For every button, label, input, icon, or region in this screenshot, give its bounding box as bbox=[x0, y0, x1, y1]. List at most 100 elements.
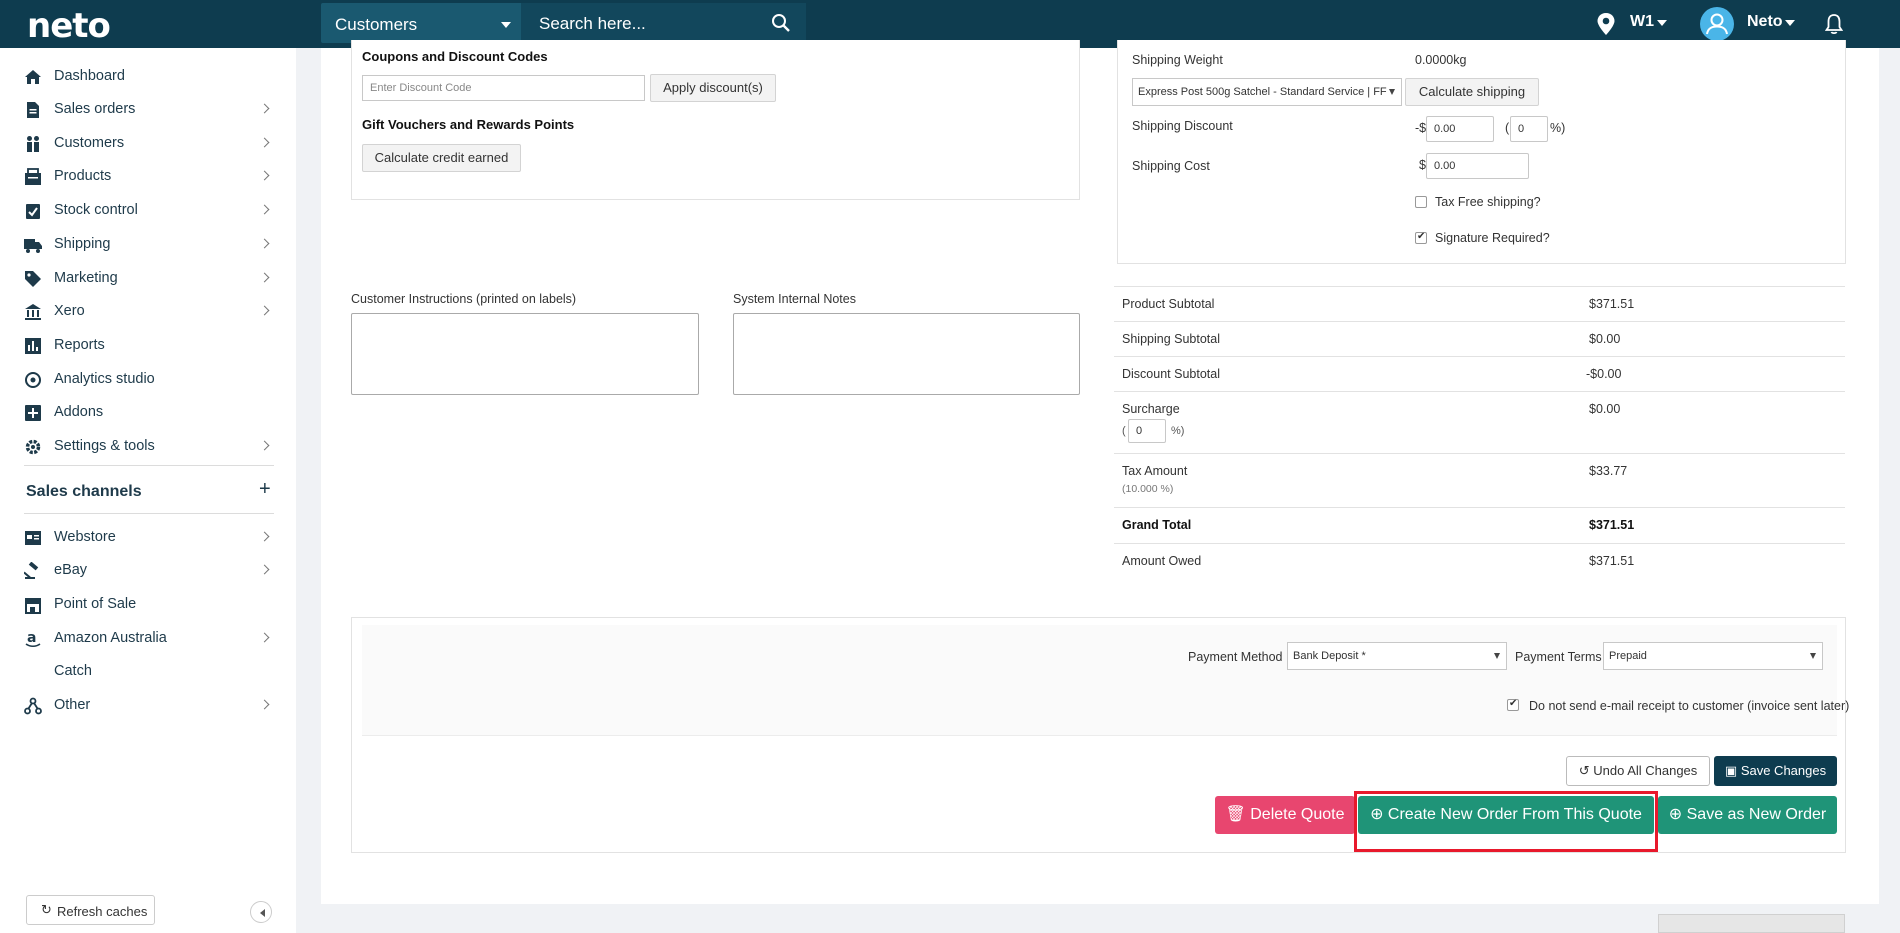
gavel-icon bbox=[24, 562, 39, 579]
analytics-icon bbox=[25, 372, 41, 388]
chevron-down-icon bbox=[1494, 653, 1500, 659]
sidebar-item-catch[interactable]: Catch bbox=[0, 656, 296, 686]
sidebar-item-label: Stock control bbox=[54, 202, 138, 218]
tax-free-shipping-checkbox[interactable] bbox=[1415, 196, 1427, 208]
chevron-down-icon bbox=[1810, 653, 1816, 659]
search-icon[interactable] bbox=[771, 13, 791, 33]
sidebar-item-webstore[interactable]: Webstore bbox=[0, 522, 296, 552]
search-input[interactable]: Search here... bbox=[539, 14, 646, 34]
save-icon: ▣ bbox=[1724, 763, 1741, 778]
sidebar-item-other[interactable]: Other bbox=[0, 690, 296, 720]
chevron-right-icon bbox=[259, 272, 270, 283]
sidebar-item-xero[interactable]: Xero bbox=[0, 296, 296, 326]
sidebar-item-reports[interactable]: Reports bbox=[0, 330, 296, 360]
payment-terms-select[interactable]: Prepaid bbox=[1603, 642, 1823, 670]
chevron-right-icon bbox=[259, 531, 270, 542]
customer-instructions-label: Customer Instructions (printed on labels… bbox=[351, 292, 577, 306]
delete-quote-button[interactable]: 🗑 Delete Quote bbox=[1215, 796, 1355, 834]
neto-logo[interactable]: neto bbox=[27, 6, 111, 46]
sidebar-item-stock-control[interactable]: Stock control bbox=[0, 195, 296, 225]
sidebar-item-label: Amazon Australia bbox=[54, 630, 167, 646]
shipping-discount-input[interactable]: 0.00 bbox=[1426, 116, 1494, 142]
gift-vouchers-title: Gift Vouchers and Rewards Points bbox=[362, 117, 575, 132]
payment-method-select[interactable]: Bank Deposit * bbox=[1287, 642, 1507, 670]
tax-free-shipping-label: Tax Free shipping? bbox=[1435, 195, 1541, 209]
chevron-right-icon bbox=[259, 564, 270, 575]
refresh-caches-button[interactable]: ↻ Refresh caches bbox=[26, 895, 155, 925]
sidebar-item-ebay[interactable]: eBay bbox=[0, 555, 296, 585]
sidebar-divider bbox=[24, 465, 274, 466]
sidebar-item-shipping[interactable]: Shipping bbox=[0, 229, 296, 259]
amazon-icon: a bbox=[25, 630, 41, 648]
shipping-cost-label: Shipping Cost bbox=[1132, 159, 1210, 173]
save-as-new-order-button[interactable]: ⊕ Save as New Order bbox=[1658, 796, 1837, 834]
document-icon bbox=[27, 102, 39, 118]
totals-row-shipping-subtotal: Shipping Subtotal $0.00 bbox=[1114, 321, 1845, 356]
chevron-down-icon[interactable] bbox=[1785, 20, 1795, 26]
svg-text:a: a bbox=[27, 630, 36, 646]
signature-required-checkbox[interactable] bbox=[1415, 231, 1427, 244]
clipboard-check-icon bbox=[26, 204, 40, 219]
totals-row-amount-owed: Amount Owed $371.51 bbox=[1114, 543, 1845, 578]
undo-all-changes-button[interactable]: ↺ Undo All Changes bbox=[1566, 756, 1710, 786]
sidebar-item-label: Shipping bbox=[54, 236, 111, 252]
totals-row-tax: Tax Amount (10.000 %) $33.77 bbox=[1114, 453, 1845, 507]
avatar[interactable] bbox=[1700, 7, 1734, 41]
sidebar-item-sales-orders[interactable]: Sales orders bbox=[0, 94, 296, 124]
search-scope-select[interactable]: Customers bbox=[335, 15, 417, 35]
internal-notes-label: System Internal Notes bbox=[733, 292, 856, 306]
calculate-shipping-button[interactable]: Calculate shipping bbox=[1405, 78, 1539, 106]
shipping-method-select[interactable]: Express Post 500g Satchel - Standard Ser… bbox=[1132, 78, 1402, 106]
totals-row-discount-subtotal: Discount Subtotal -$0.00 bbox=[1114, 356, 1845, 391]
totals-row-surcharge: Surcharge $0.00 ( 0 %) bbox=[1114, 391, 1845, 453]
user-menu[interactable]: Neto bbox=[1747, 13, 1783, 31]
chevron-right-icon bbox=[259, 699, 270, 710]
surcharge-percent-input[interactable]: 0 bbox=[1128, 419, 1166, 443]
no-email-receipt-checkbox[interactable] bbox=[1507, 698, 1519, 711]
bank-icon bbox=[25, 304, 41, 320]
save-changes-button[interactable]: ▣ Save Changes bbox=[1714, 756, 1837, 786]
cost-currency: $ bbox=[1419, 158, 1426, 172]
products-icon bbox=[25, 168, 41, 185]
sidebar-item-addons[interactable]: Addons bbox=[0, 397, 296, 427]
shipping-cost-input[interactable]: 0.00 bbox=[1426, 153, 1529, 179]
shipping-discount-percent-input[interactable]: 0 bbox=[1510, 116, 1548, 142]
location-pin-icon[interactable] bbox=[1596, 12, 1616, 36]
collapse-sidebar-button[interactable] bbox=[250, 901, 272, 923]
trash-icon: 🗑 bbox=[1225, 806, 1246, 823]
sidebar-item-products[interactable]: Products bbox=[0, 161, 296, 191]
warehouse-selector[interactable]: W1 bbox=[1630, 13, 1654, 31]
sidebar-item-label: Reports bbox=[54, 337, 105, 353]
sidebar-item-marketing[interactable]: Marketing bbox=[0, 263, 296, 293]
plus-circle-icon: ⊕ bbox=[1668, 806, 1683, 823]
chevron-right-icon bbox=[259, 238, 270, 249]
discount-currency: -$ bbox=[1415, 121, 1427, 135]
sidebar-item-label: Settings & tools bbox=[54, 438, 155, 454]
sidebar-item-analytics-studio[interactable]: Analytics studio bbox=[0, 364, 296, 394]
sidebar-item-customers[interactable]: Customers bbox=[0, 128, 296, 158]
calculate-credit-button[interactable]: Calculate credit earned bbox=[362, 144, 521, 172]
sidebar-item-label: Customers bbox=[54, 135, 125, 151]
sidebar-item-point-of-sale[interactable]: Point of Sale bbox=[0, 589, 296, 619]
sidebar-divider bbox=[24, 513, 274, 514]
sidebar-item-amazon-australia[interactable]: a Amazon Australia bbox=[0, 623, 296, 653]
discount-code-input[interactable]: Enter Discount Code bbox=[362, 75, 645, 101]
add-channel-icon[interactable]: + bbox=[259, 478, 271, 501]
sidebar-item-dashboard[interactable]: Dashboard bbox=[0, 61, 296, 91]
paren-open: ( bbox=[1505, 121, 1510, 135]
sidebar-item-label: Sales orders bbox=[54, 101, 136, 117]
apply-discount-button[interactable]: Apply discount(s) bbox=[650, 74, 776, 102]
tag-icon bbox=[25, 271, 41, 287]
divider bbox=[362, 735, 1837, 736]
internal-notes-textarea[interactable] bbox=[733, 313, 1080, 395]
chevron-down-icon[interactable] bbox=[1657, 20, 1667, 26]
bar-chart-icon bbox=[25, 338, 41, 354]
sidebar-item-settings-tools[interactable]: Settings & tools bbox=[0, 431, 296, 461]
bell-icon[interactable] bbox=[1825, 13, 1843, 35]
sidebar: Dashboard Sales orders Customers Product… bbox=[0, 48, 296, 933]
shipping-discount-label: Shipping Discount bbox=[1132, 119, 1233, 133]
sales-channels-heading: Sales channels bbox=[26, 483, 142, 500]
customer-instructions-textarea[interactable] bbox=[351, 313, 699, 395]
global-search: Customers Search here... bbox=[321, 3, 806, 43]
chevron-down-icon[interactable] bbox=[501, 22, 511, 28]
